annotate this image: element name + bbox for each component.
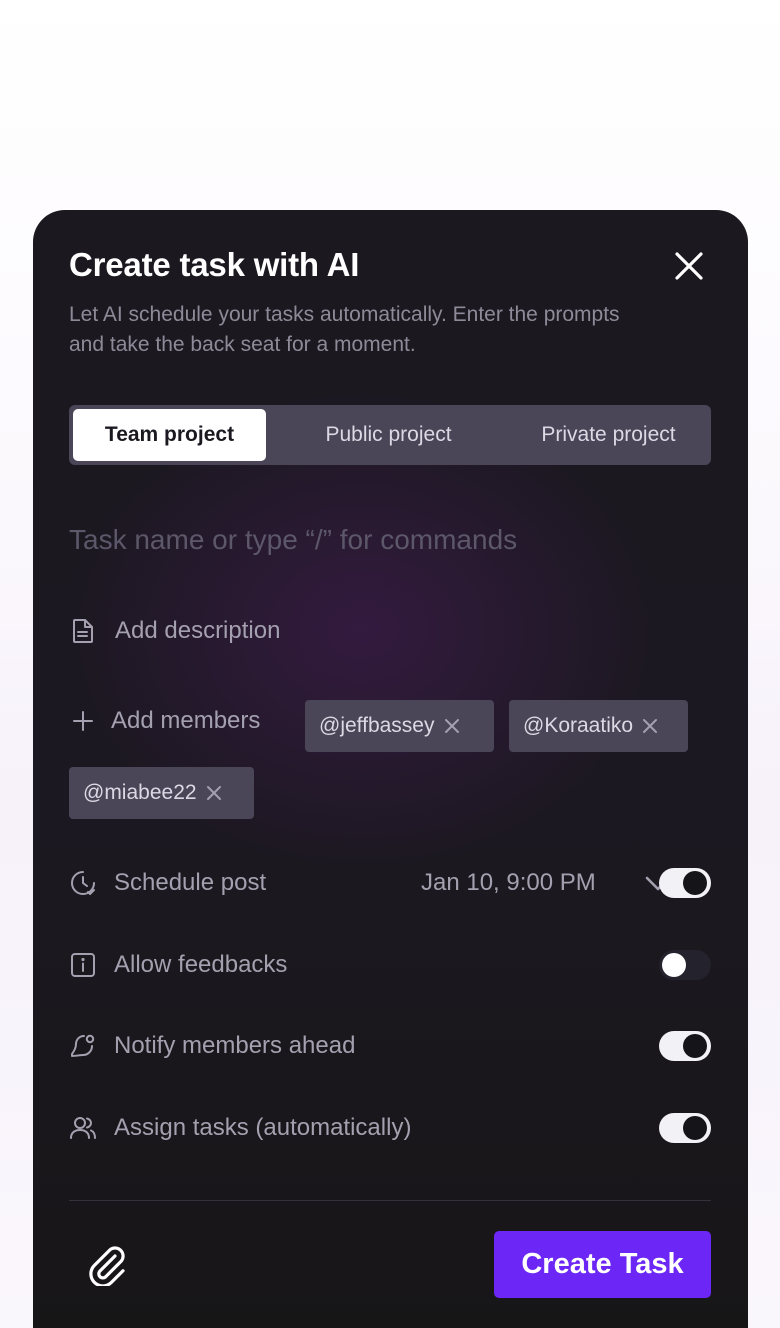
add-description-button[interactable]: Add description	[69, 617, 280, 645]
paperclip-icon	[89, 1246, 125, 1288]
info-icon	[69, 951, 97, 979]
remove-member-button[interactable]	[641, 717, 659, 735]
remove-member-button[interactable]	[443, 717, 461, 735]
add-members-button[interactable]: Add members	[69, 707, 260, 735]
task-name-input[interactable]	[69, 515, 689, 565]
modal-subtitle: Let AI schedule your tasks automatically…	[69, 303, 620, 356]
toggle-knob	[683, 871, 707, 895]
tab-public-project[interactable]: Public project	[266, 409, 511, 461]
toggle-knob	[662, 953, 686, 977]
member-chip: @Koraatiko	[509, 700, 688, 752]
add-description-label: Add description	[115, 617, 281, 644]
document-icon	[69, 617, 97, 645]
close-icon	[643, 719, 658, 733]
member-chip-label: @Koraatiko	[523, 714, 634, 737]
allow-feedbacks-toggle[interactable]	[659, 950, 711, 980]
bell-icon	[69, 1032, 97, 1060]
close-button[interactable]	[669, 246, 709, 286]
schedule-date-select[interactable]: Jan 10, 9:00 PM	[421, 865, 596, 901]
notify-members-label: Notify members ahead	[114, 1032, 356, 1059]
assign-tasks-toggle[interactable]	[659, 1113, 711, 1143]
notify-members-toggle[interactable]	[659, 1031, 711, 1061]
add-members-label: Add members	[111, 707, 261, 734]
schedule-post-toggle[interactable]	[659, 868, 711, 898]
project-type-tabs: Team project Public project Private proj…	[69, 405, 711, 465]
assign-tasks-row: Assign tasks (automatically)	[69, 1110, 711, 1146]
toggle-knob	[683, 1034, 707, 1058]
close-icon	[675, 252, 703, 280]
close-icon	[206, 786, 221, 800]
create-task-modal: Create task with AI Let AI schedule your…	[33, 210, 748, 1328]
notify-members-row: Notify members ahead	[69, 1028, 711, 1064]
create-task-button[interactable]: Create Task	[494, 1231, 711, 1298]
member-chip: @miabee22	[69, 767, 254, 819]
users-icon	[69, 1114, 97, 1142]
tab-team-project[interactable]: Team project	[73, 409, 266, 461]
member-chip-label: @miabee22	[83, 781, 197, 804]
remove-member-button[interactable]	[205, 784, 223, 802]
attach-file-button[interactable]	[85, 1242, 129, 1288]
allow-feedbacks-label: Allow feedbacks	[114, 951, 288, 978]
plus-icon	[69, 707, 97, 735]
schedule-post-row: Schedule post Jan 10, 9:00 PM	[69, 865, 711, 901]
clock-icon	[69, 869, 97, 897]
schedule-post-label: Schedule post	[114, 869, 267, 896]
tab-private-project[interactable]: Private project	[511, 409, 706, 461]
footer-divider	[69, 1200, 711, 1201]
toggle-knob	[683, 1116, 707, 1140]
allow-feedbacks-row: Allow feedbacks	[69, 947, 711, 983]
assign-tasks-label: Assign tasks (automatically)	[114, 1114, 412, 1141]
member-chip: @jeffbassey	[305, 700, 494, 752]
member-chip-label: @jeffbassey	[319, 714, 435, 737]
close-icon	[444, 719, 459, 733]
modal-title: Create task with AI	[69, 246, 360, 283]
